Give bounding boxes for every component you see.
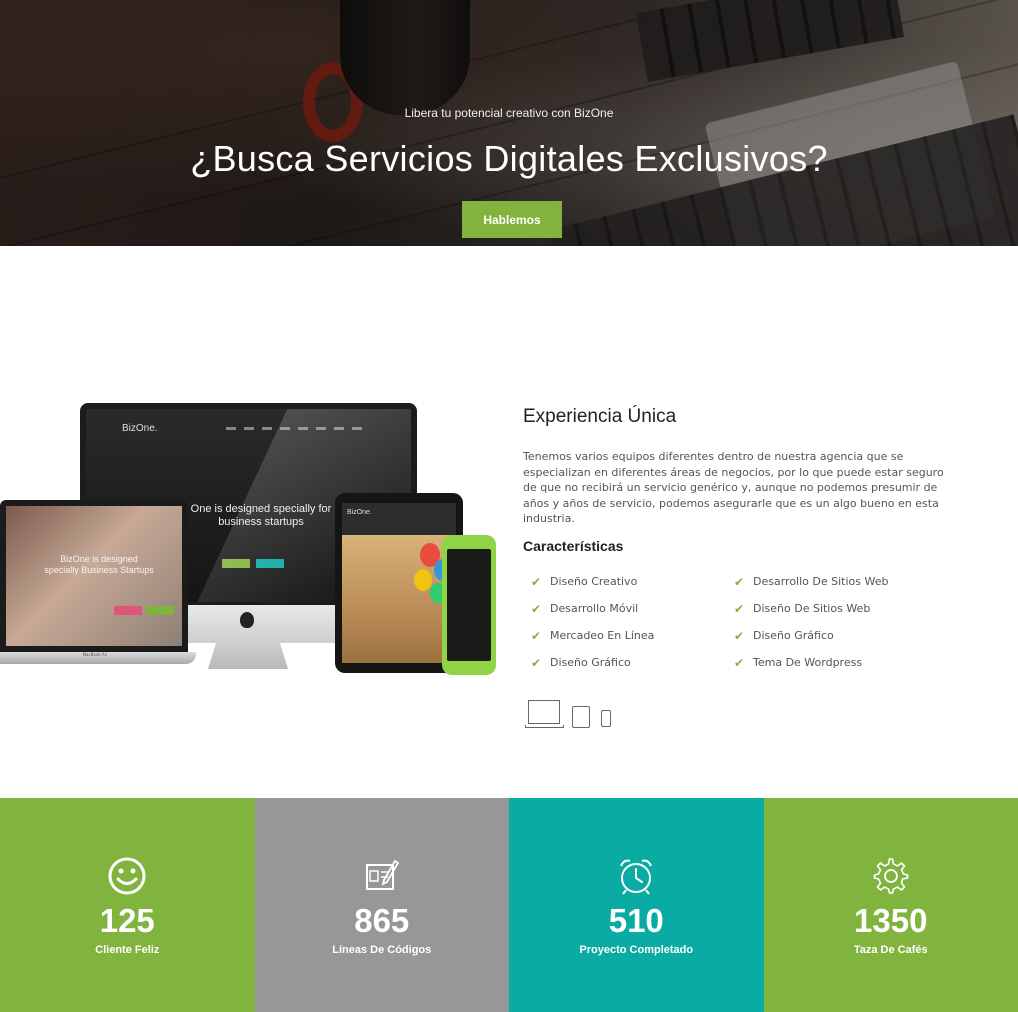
stat-label: Cliente Feliz (95, 944, 160, 956)
check-icon: ✔ (531, 574, 542, 589)
feature-label: Diseño Gráfico (550, 656, 631, 669)
hablemos-button[interactable]: Hablemos (462, 201, 562, 238)
tablet-icon (572, 706, 590, 728)
feature-item: ✔ Desarrollo De Sitios Web (734, 568, 888, 595)
check-icon: ✔ (734, 601, 745, 616)
hero-banner: Libera tu potencial creativo con BizOne … (0, 0, 1018, 246)
hero-title: ¿Busca Servicios Digitales Exclusivos? (190, 138, 828, 179)
apple-logo-icon (240, 612, 254, 628)
macbook-screen-text: BizOne is designed specially Business St… (44, 554, 154, 575)
about-description: Tenemos varios equipos diferentes dentro… (523, 450, 944, 525)
imac-logo: BizOne. (122, 423, 158, 434)
feature-label: Diseño De Sitios Web (753, 602, 871, 615)
features-title: Características (523, 538, 624, 554)
feature-item: ✔ Diseño Gráfico (531, 649, 654, 676)
macbook-device: BizOne is designed specially Business St… (0, 500, 196, 665)
check-icon: ✔ (531, 655, 542, 670)
stat-label: Líneas De Códigos (332, 944, 432, 956)
stat-value: 865 (354, 902, 410, 939)
stat-label: Taza De Cafés (853, 944, 928, 956)
responsive-devices-icon (525, 698, 625, 730)
feature-label: Desarrollo Móvil (550, 602, 639, 615)
feature-item: ✔ Mercadeo En Línea (531, 622, 654, 649)
check-icon: ✔ (734, 574, 745, 589)
check-icon: ✔ (531, 628, 542, 643)
feature-item: ✔ Desarrollo Móvil (531, 595, 654, 622)
stat-value: 510 (608, 902, 664, 939)
macbook-label: MacBook Air (82, 652, 108, 657)
check-icon: ✔ (734, 628, 745, 643)
stat-lines-of-code: 865 Líneas De Códigos (254, 798, 510, 1012)
feature-item: ✔ Tema De Wordpress (734, 649, 888, 676)
laptop-icon (528, 700, 560, 724)
feature-label: Mercadeo En Línea (550, 629, 655, 642)
stat-label: Proyecto Completado (579, 944, 694, 956)
ipad-logo: BizOne. (347, 509, 372, 516)
phone-icon (601, 710, 611, 727)
stat-coffee-cups: 1350 Taza De Cafés (763, 798, 1018, 1012)
feature-label: Tema De Wordpress (753, 656, 863, 669)
features-list-right: ✔ Desarrollo De Sitios Web ✔ Diseño De Sit… (734, 568, 888, 676)
feature-label: Desarrollo De Sitios Web (753, 575, 889, 588)
check-icon: ✔ (734, 655, 745, 670)
macbook-mini-button (146, 606, 174, 615)
hero-subtitle: Libera tu potencial creativo con BizOne (404, 106, 614, 120)
check-icon: ✔ (531, 601, 542, 616)
devices-mockup-image: BizOne. One is designed specially for bu… (0, 400, 500, 690)
stat-value: 125 (99, 902, 155, 939)
alarm-clock-icon (509, 856, 764, 896)
feature-item: ✔ Diseño Creativo (531, 568, 654, 595)
about-title: Experiencia Única (523, 406, 677, 427)
smiley-icon (0, 856, 255, 896)
gear-icon (764, 856, 1018, 896)
feature-label: Diseño Creativo (550, 575, 638, 588)
stat-happy-clients: 125 Cliente Feliz (0, 798, 255, 1012)
feature-item: ✔ Diseño De Sitios Web (734, 595, 888, 622)
macbook-mini-button (114, 606, 142, 615)
stats-section: 125 Cliente Feliz 865 Líneas De Códigos … (0, 798, 1018, 1012)
feature-label: Diseño Gráfico (753, 629, 834, 642)
imac-stand (208, 643, 288, 669)
stat-value: 1350 (854, 902, 928, 939)
feature-item: ✔ Diseño Gráfico (734, 622, 888, 649)
features-list-left: ✔ Diseño Creativo ✔ Desarrollo Móvil ✔ Merc… (531, 568, 654, 676)
iphone-device (442, 535, 496, 675)
stat-projects-completed: 510 Proyecto Completado (509, 798, 764, 1012)
edit-icon (255, 856, 510, 896)
